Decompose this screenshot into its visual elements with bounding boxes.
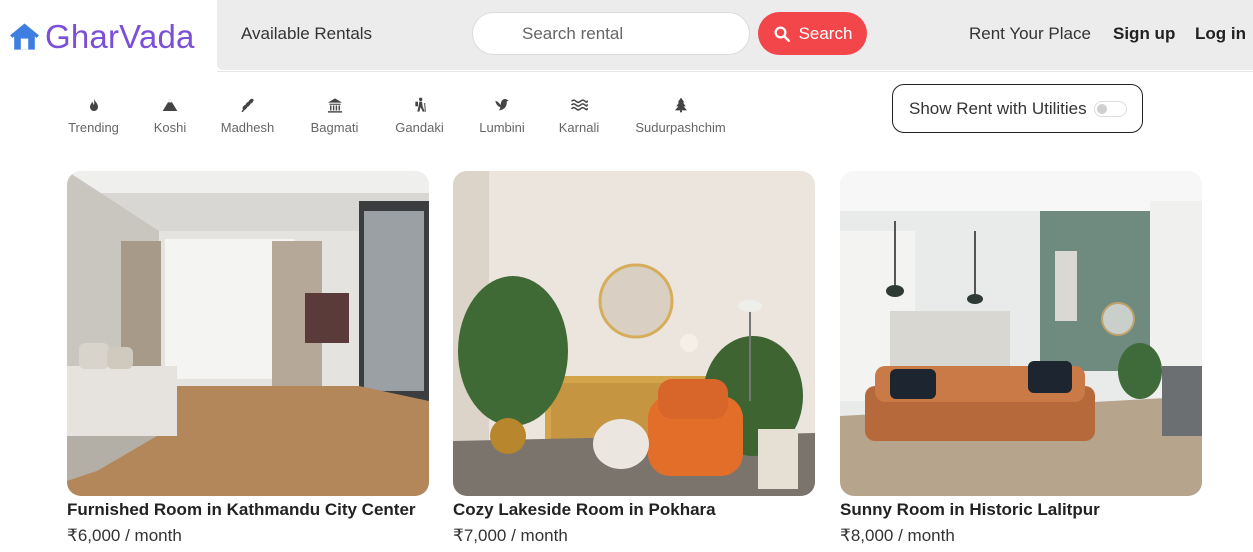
category-karnali[interactable]: Karnali (557, 95, 601, 135)
navbar: GharVada Available Rentals Search Rent Y… (0, 0, 1253, 72)
toggle-switch[interactable] (1094, 101, 1127, 117)
category-gandaki[interactable]: Gandaki (393, 95, 446, 135)
region-category-bar: Trending Koshi Madhesh Bagmati Gandaki L… (0, 95, 880, 145)
temple-icon (326, 95, 344, 115)
listing-title[interactable]: Cozy Lakeside Room in Pokhara (453, 500, 815, 520)
category-label: Koshi (153, 120, 187, 135)
category-sudurpashchim[interactable]: Sudurpashchim (632, 95, 729, 135)
category-label: Lumbini (479, 120, 525, 135)
wheat-icon (239, 95, 257, 115)
brand-name: GharVada (45, 17, 195, 55)
house-icon (10, 22, 39, 50)
listing-price: ₹7,000 / month (453, 526, 568, 545)
dove-icon (493, 95, 511, 115)
search-button-label: Search (798, 23, 853, 43)
category-madhesh[interactable]: Madhesh (219, 95, 276, 135)
utilities-toggle-label: Show Rent with Utilities (909, 98, 1087, 118)
category-label: Bagmati (310, 120, 359, 135)
listing-title[interactable]: Sunny Room in Historic Lalitpur (840, 500, 1202, 520)
toggle-knob (1097, 104, 1107, 114)
search-button[interactable]: Search (758, 12, 867, 55)
listing-card[interactable]: Sunny Room in Historic Lalitpur ₹8,000 /… (840, 171, 1202, 546)
search-icon (774, 26, 790, 42)
listing-photo[interactable] (453, 171, 815, 496)
category-label: Trending (68, 120, 119, 135)
tree-icon (672, 95, 690, 115)
listing-photo[interactable] (67, 171, 429, 496)
category-trending[interactable]: Trending (66, 95, 121, 135)
water-icon (570, 95, 588, 115)
hiker-icon (411, 95, 429, 115)
listing-price: ₹8,000 / month (840, 526, 955, 545)
category-bagmati[interactable]: Bagmati (308, 95, 361, 135)
category-label: Sudurpashchim (635, 120, 726, 135)
category-label: Karnali (558, 120, 600, 135)
log-in-link[interactable]: Log in (1195, 24, 1246, 44)
mountain-icon (161, 95, 179, 115)
fire-icon (85, 95, 103, 115)
category-koshi[interactable]: Koshi (151, 95, 189, 135)
listing-card[interactable]: Cozy Lakeside Room in Pokhara ₹7,000 / m… (453, 171, 815, 546)
utilities-toggle[interactable]: Show Rent with Utilities (892, 84, 1143, 133)
category-label: Madhesh (220, 120, 275, 135)
listing-price: ₹6,000 / month (67, 526, 182, 545)
category-lumbini[interactable]: Lumbini (477, 95, 527, 135)
listing-photo[interactable] (840, 171, 1202, 496)
search-input[interactable] (472, 12, 750, 55)
available-rentals-link[interactable]: Available Rentals (241, 24, 372, 44)
listing-title[interactable]: Furnished Room in Kathmandu City Center (67, 500, 429, 520)
brand-logo[interactable]: GharVada (0, 0, 217, 72)
sign-up-link[interactable]: Sign up (1113, 24, 1175, 44)
listing-card[interactable]: Furnished Room in Kathmandu City Center … (67, 171, 429, 546)
category-label: Gandaki (395, 120, 444, 135)
rent-your-place-link[interactable]: Rent Your Place (969, 24, 1091, 44)
